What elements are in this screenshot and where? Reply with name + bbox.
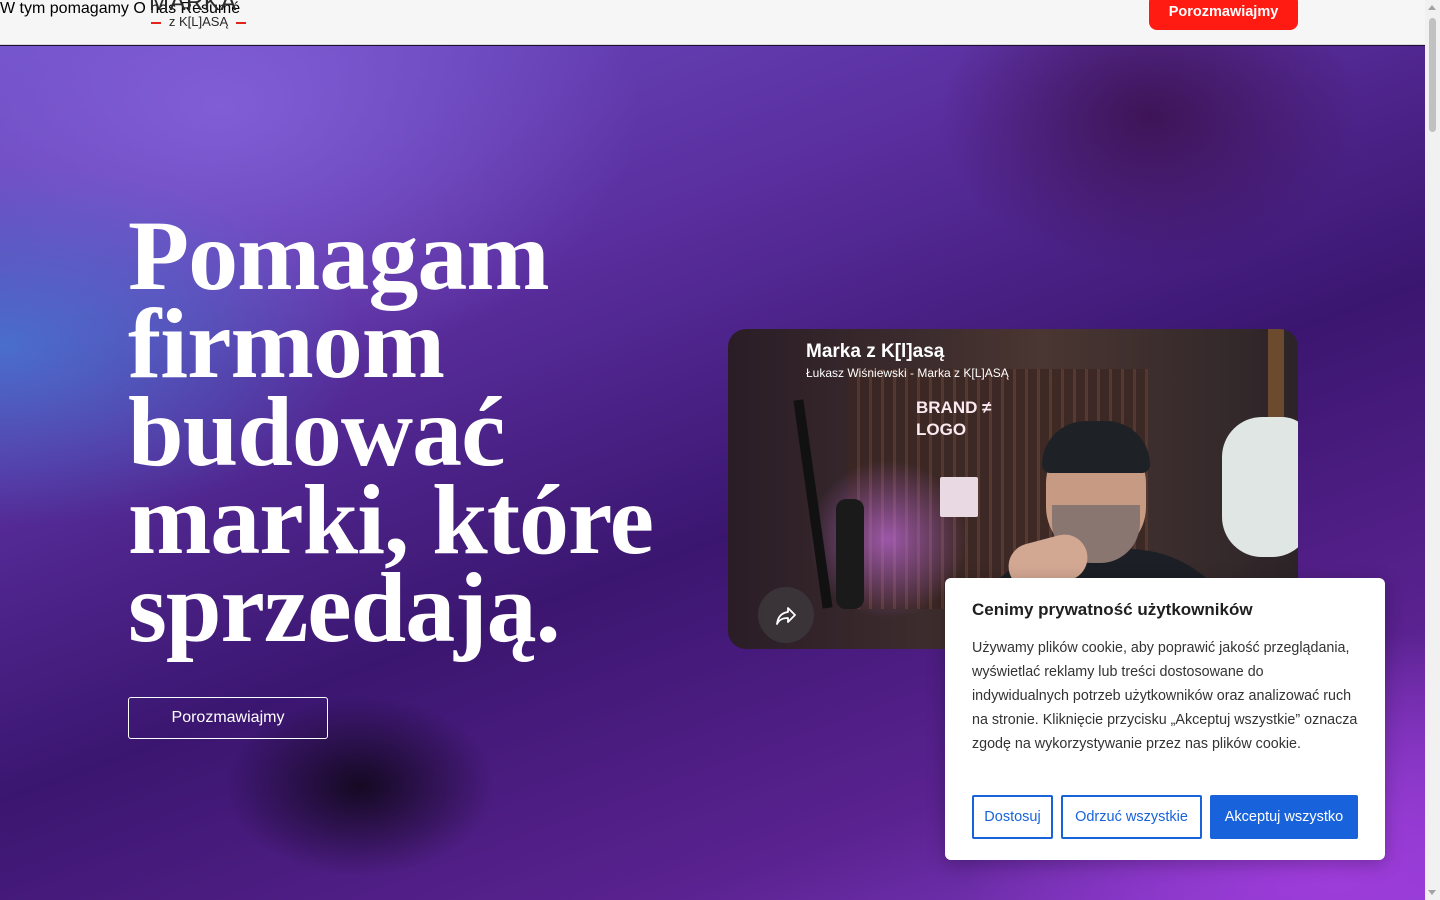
headline-line: sprzedają. [128, 552, 561, 663]
logo-dash-right [236, 22, 246, 24]
headline-line: budować [128, 376, 505, 487]
share-button[interactable] [758, 587, 814, 643]
cookie-consent-banner: Cenimy prywatność użytkowników Używamy p… [945, 578, 1385, 860]
cookie-reject-button[interactable]: Odrzuć wszystkie [1061, 795, 1202, 839]
scrollbar-thumb[interactable] [1429, 18, 1436, 132]
nav-link-w-tym-pomagamy[interactable]: W tym pomagamy [0, 0, 129, 17]
microphone [836, 499, 864, 609]
scroll-up-arrow-icon[interactable] [1428, 5, 1436, 10]
cookie-customize-button[interactable]: Dostosuj [972, 795, 1053, 839]
page-scrollbar[interactable] [1425, 0, 1440, 900]
video-title[interactable]: Marka z K[l]asą [806, 341, 944, 363]
hero-cta-button[interactable]: Porozmawiajmy [128, 697, 328, 739]
presenter-hat [1042, 421, 1150, 473]
headline-line: marki, które [128, 464, 654, 575]
hero-headline: Pomagam firmom budować marki, które sprz… [128, 200, 728, 663]
cookie-title: Cenimy prywatność użytkowników [972, 600, 1253, 619]
headline-line: firmom [128, 288, 445, 399]
video-channel[interactable]: Łukasz Wiśniewski - Marka z K[L]ASĄ [806, 366, 1009, 380]
scroll-down-arrow-icon[interactable] [1428, 890, 1436, 895]
guitar [1218, 329, 1298, 559]
logo[interactable]: MARKA z K[L]ASĄ [149, 0, 249, 35]
share-icon [776, 607, 796, 625]
cookie-text: Używamy plików cookie, aby poprawić jako… [972, 640, 1358, 752]
header-cta-button[interactable]: Porozmawiajmy [1149, 0, 1298, 30]
guitar-body [1222, 417, 1298, 557]
logo-tagline: z K[L]ASĄ [168, 14, 229, 29]
cookie-accept-button[interactable]: Akceptuj wszystko [1210, 795, 1358, 839]
site-header: MARKA z K[L]ASĄ W tym pomagamy O nas Rés… [0, 0, 1425, 45]
logo-wordmark: MARKA [149, 0, 237, 16]
headline-line: Pomagam [128, 200, 550, 311]
